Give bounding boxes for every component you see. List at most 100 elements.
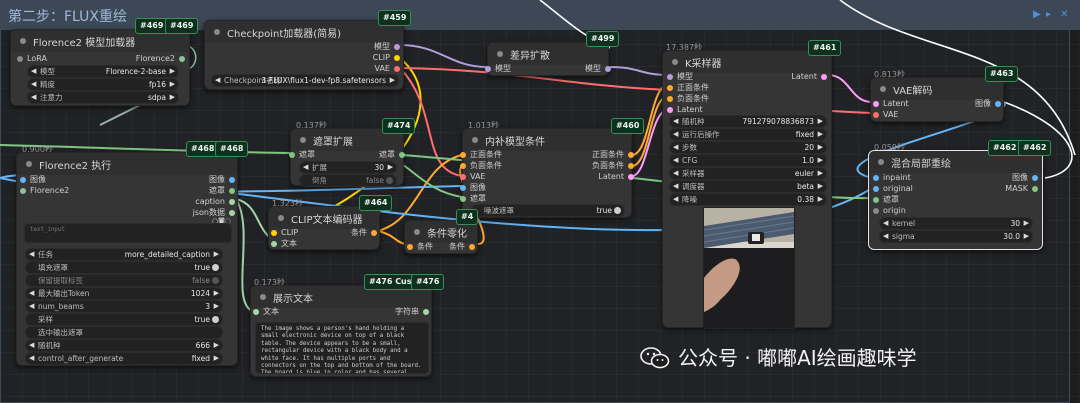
input-clip[interactable]: CLIP — [271, 228, 298, 238]
widget-kernel[interactable]: ◀ kernel 30 ▶ — [879, 217, 1033, 230]
input-inpaint[interactable]: inpaint — [873, 173, 911, 183]
output-clip[interactable]: CLIP — [373, 53, 400, 63]
node-checkpoint-loader[interactable]: Checkpoint加载器(简易) 模型 CLIP VAE ◀ Checkpoin… — [204, 20, 404, 90]
widget-tapered-corners[interactable]: 倒角 false — [299, 174, 397, 187]
widget-model-select[interactable]: ◀ 模型 Florence-2-base ▶ — [27, 65, 179, 78]
input-latent[interactable]: Latent — [873, 99, 909, 109]
collapse-dot-icon[interactable] — [278, 215, 284, 221]
input-image[interactable]: 图像 — [460, 183, 486, 193]
arrow-left-icon[interactable]: ◀ — [673, 129, 678, 140]
output-image[interactable]: 图像 — [1012, 173, 1038, 183]
collapse-dot-icon[interactable] — [472, 137, 478, 143]
node-clip-text-encode[interactable]: CLIP文本编码器 CLIP 文本 条件 — [268, 206, 380, 250]
arrow-left-icon[interactable]: ◀ — [673, 181, 678, 192]
widget-control-after-generate[interactable]: ◀ control_after_generate fixed ▶ — [25, 352, 223, 365]
node-florence2-model-loader[interactable]: Florence2 模型加载器 LoRA Florence2 ◀ 模型 Floren… — [10, 29, 190, 106]
arrow-left-icon[interactable]: ◀ — [673, 168, 678, 179]
input-model[interactable]: 模型 — [485, 64, 511, 74]
output-conditioning[interactable]: 条件 — [351, 228, 377, 238]
arrow-right-icon[interactable]: ▶ — [818, 142, 823, 153]
input-florence2[interactable]: Florence2 — [20, 186, 69, 196]
output-image[interactable]: 图像 — [209, 175, 235, 185]
node-header[interactable]: K采样器 — [663, 51, 831, 73]
input-negative[interactable]: 负面条件 — [667, 94, 709, 104]
input-lora[interactable]: LoRA — [17, 54, 47, 64]
arrow-right-icon[interactable]: ▶ — [818, 194, 823, 205]
arrow-left-icon[interactable]: ◀ — [29, 249, 34, 260]
input-model[interactable]: 模型 — [667, 72, 693, 82]
collapse-dot-icon[interactable] — [497, 51, 503, 57]
collapse-dot-icon[interactable] — [414, 229, 420, 235]
collapse-dot-icon[interactable] — [26, 161, 32, 167]
node-graph-canvas[interactable]: 第二步：FLUX重绘 ▶ ▸ ✕ Florence2 模型加载器 LoRA Fl… — [0, 0, 1080, 403]
widget-noise-mask[interactable]: 噪波遮罩 true — [471, 204, 625, 217]
arrow-left-icon[interactable]: ◀ — [883, 218, 888, 229]
node-header[interactable]: Checkpoint加载器(简易) — [205, 21, 403, 43]
arrow-left-icon[interactable]: ◀ — [31, 92, 36, 103]
widget-num-beams[interactable]: ◀ num_beams 3 ▶ — [25, 300, 223, 313]
widget-task[interactable]: ◀ 任务 more_detailed_caption ▶ — [25, 248, 223, 261]
toggle-knob-icon[interactable] — [386, 177, 393, 184]
output-negative[interactable]: 负面条件 — [592, 161, 634, 171]
widget-seed[interactable]: ◀ 随机种 791279078836873 ▶ — [669, 115, 827, 128]
input-mask[interactable]: 遮罩 — [289, 150, 315, 160]
arrow-right-icon[interactable]: ▶ — [214, 288, 219, 299]
output-latent[interactable]: Latent — [598, 172, 634, 182]
arrow-left-icon[interactable]: ◀ — [31, 66, 36, 77]
input-text[interactable]: 文本 — [253, 307, 279, 317]
output-string[interactable]: 字符串 — [395, 307, 429, 317]
widget-denoise[interactable]: ◀ 降噪 0.38 ▶ — [669, 193, 827, 206]
node-header[interactable]: VAE解码 — [871, 78, 1003, 100]
node-show-text[interactable]: 展示文本 文本 字符串 The image shows a person's h… — [250, 285, 432, 377]
toggle-knob-icon[interactable] — [212, 277, 219, 284]
arrow-right-icon[interactable]: ▶ — [818, 129, 823, 140]
node-blend-inpaint[interactable]: 混合局部重绘 inpaint original 遮罩 origin 图像 MAS… — [868, 150, 1043, 250]
widget-keep-labels[interactable]: 保留提取标签 false — [25, 274, 223, 287]
collapse-dot-icon[interactable] — [878, 159, 884, 165]
widget-cfg[interactable]: ◀ CFG 1.0 ▶ — [669, 154, 827, 167]
input-positive[interactable]: 正面条件 — [667, 83, 709, 93]
toggle-knob-icon[interactable] — [212, 316, 219, 323]
arrow-right-icon[interactable]: ▶ — [818, 155, 823, 166]
output-mask[interactable]: 遮罩 — [209, 186, 235, 196]
widget-output-mask-select[interactable]: 选中输出遮罩 — [25, 326, 223, 339]
widget-seed[interactable]: ◀ 随机种 666 ▶ — [25, 339, 223, 352]
input-origin[interactable]: origin — [873, 206, 906, 216]
input-conditioning[interactable]: 条件 — [407, 242, 433, 252]
arrow-left-icon[interactable]: ◀ — [29, 353, 34, 364]
arrow-right-icon[interactable]: ▶ — [390, 75, 395, 86]
toggle-knob-icon[interactable] — [212, 264, 219, 271]
collapse-dot-icon[interactable] — [672, 59, 678, 65]
collapse-dot-icon[interactable] — [20, 38, 26, 44]
arrow-left-icon[interactable]: ◀ — [215, 75, 220, 86]
arrow-left-icon[interactable]: ◀ — [29, 340, 34, 351]
widget-attention-select[interactable]: ◀ 注意力 sdpa ▶ — [27, 91, 179, 104]
node-florence2-run[interactable]: Florence2 执行 图像 Florence2 图像 遮罩 caption … — [16, 152, 238, 366]
node-grow-mask[interactable]: 遮罩扩展 遮罩 遮罩 ◀ 扩展 30 ▶ 倒角 false — [289, 128, 405, 187]
arrow-right-icon[interactable]: ▶ — [214, 249, 219, 260]
output-latent[interactable]: Latent — [791, 72, 827, 82]
arrow-left-icon[interactable]: ◀ — [883, 231, 888, 242]
arrow-right-icon[interactable]: ▶ — [214, 340, 219, 351]
arrow-right-icon[interactable]: ▶ — [818, 116, 823, 127]
output-image[interactable]: 图像 — [975, 99, 1001, 109]
input-vae[interactable]: VAE — [460, 172, 486, 182]
output-vae[interactable]: VAE — [375, 64, 400, 74]
input-positive[interactable]: 正面条件 — [460, 150, 502, 160]
widget-scheduler[interactable]: ◀ 调度器 beta ▶ — [669, 180, 827, 193]
node-conditioning-zero-out[interactable]: 条件零化 条件 条件 — [404, 220, 478, 254]
arrow-right-icon[interactable]: ▶ — [818, 181, 823, 192]
text-input-field[interactable]: text_input — [24, 223, 232, 243]
node-ksampler[interactable]: K采样器 模型 正面条件 负面条件 Latent Latent ◀ 随机种 7912… — [662, 50, 832, 329]
output-caption[interactable]: caption — [195, 197, 235, 207]
node-differential-diffusion[interactable]: 差异扩散 模型 模型 — [485, 42, 611, 76]
widget-sample[interactable]: 采样 true — [25, 313, 223, 326]
widget-max-tokens[interactable]: ◀ 最大输出Token 1024 ▶ — [25, 287, 223, 300]
arrow-left-icon[interactable]: ◀ — [673, 142, 678, 153]
arrow-right-icon[interactable]: ▶ — [170, 79, 175, 90]
input-latent[interactable]: Latent — [667, 105, 703, 115]
arrow-left-icon[interactable]: ◀ — [29, 288, 34, 299]
node-header[interactable]: 内补模型条件 — [463, 129, 631, 151]
input-text[interactable]: 文本 — [271, 239, 297, 249]
output-florence2[interactable]: Florence2 — [136, 54, 185, 64]
